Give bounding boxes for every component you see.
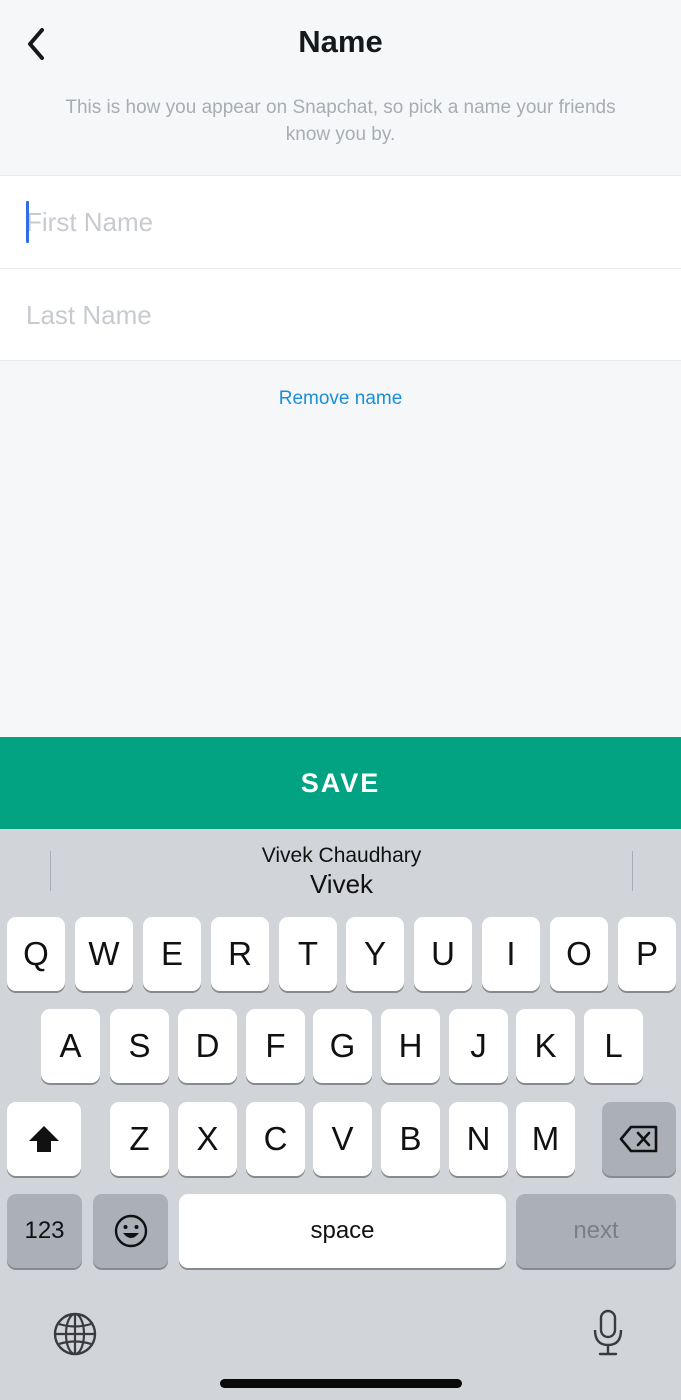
globe-button[interactable] xyxy=(50,1309,100,1359)
key-r[interactable]: R xyxy=(211,917,269,991)
save-button[interactable]: SAVE xyxy=(0,737,681,829)
delete-key[interactable] xyxy=(602,1102,676,1176)
key-a[interactable]: A xyxy=(41,1009,100,1083)
key-w[interactable]: W xyxy=(75,917,133,991)
key-f[interactable]: F xyxy=(246,1009,305,1083)
name-settings-screen: Name This is how you appear on Snapchat,… xyxy=(0,0,681,1400)
key-c[interactable]: C xyxy=(246,1102,305,1176)
shift-icon xyxy=(29,1126,59,1152)
key-u[interactable]: U xyxy=(414,917,472,991)
last-name-row xyxy=(0,268,681,361)
key-o[interactable]: O xyxy=(550,917,608,991)
space-key[interactable]: space xyxy=(179,1194,506,1268)
keyboard: Vivek Chaudhary Vivek Q W E R T Y U I O … xyxy=(0,829,681,1400)
name-form xyxy=(0,175,681,361)
header: Name xyxy=(0,0,681,90)
subtitle: This is how you appear on Snapchat, so p… xyxy=(65,97,616,145)
numbers-key[interactable]: 123 xyxy=(7,1194,82,1268)
key-k[interactable]: K xyxy=(516,1009,575,1083)
key-s[interactable]: S xyxy=(110,1009,169,1083)
home-indicator[interactable] xyxy=(220,1379,462,1388)
microphone-icon xyxy=(593,1309,623,1356)
emoji-key[interactable] xyxy=(93,1194,168,1268)
key-v[interactable]: V xyxy=(313,1102,372,1176)
delete-icon xyxy=(619,1125,658,1153)
key-e[interactable]: E xyxy=(143,917,201,991)
key-t[interactable]: T xyxy=(279,917,337,991)
key-h[interactable]: H xyxy=(381,1009,440,1083)
key-b[interactable]: B xyxy=(381,1102,440,1176)
key-j[interactable]: J xyxy=(449,1009,508,1083)
key-m[interactable]: M xyxy=(516,1102,575,1176)
text-caret xyxy=(26,201,29,243)
suggestion-first-name: Vivek xyxy=(309,869,374,899)
key-l[interactable]: L xyxy=(584,1009,643,1083)
key-i[interactable]: I xyxy=(482,917,540,991)
remove-name-link[interactable]: Remove name xyxy=(0,388,681,410)
first-name-row xyxy=(0,176,681,268)
suggestion-divider xyxy=(632,851,633,891)
page-title: Name xyxy=(298,24,383,59)
shift-key[interactable] xyxy=(7,1102,81,1176)
suggestion-contact[interactable]: Vivek Chaudhary Vivek xyxy=(51,843,632,899)
first-name-input[interactable] xyxy=(26,176,666,268)
key-n[interactable]: N xyxy=(449,1102,508,1176)
key-d[interactable]: D xyxy=(178,1009,237,1083)
suggestion-bar: Vivek Chaudhary Vivek xyxy=(0,829,681,913)
emoji-icon xyxy=(114,1214,147,1248)
suggestion-full-name: Vivek Chaudhary xyxy=(261,844,422,867)
key-z[interactable]: Z xyxy=(110,1102,169,1176)
key-q[interactable]: Q xyxy=(7,917,65,991)
next-key[interactable]: next xyxy=(516,1194,676,1268)
key-p[interactable]: P xyxy=(618,917,676,991)
save-label: SAVE xyxy=(300,767,381,798)
key-y[interactable]: Y xyxy=(346,917,404,991)
dictation-button[interactable] xyxy=(584,1307,632,1359)
last-name-input[interactable] xyxy=(26,269,666,361)
key-g[interactable]: G xyxy=(313,1009,372,1083)
globe-icon xyxy=(53,1312,97,1356)
key-x[interactable]: X xyxy=(178,1102,237,1176)
